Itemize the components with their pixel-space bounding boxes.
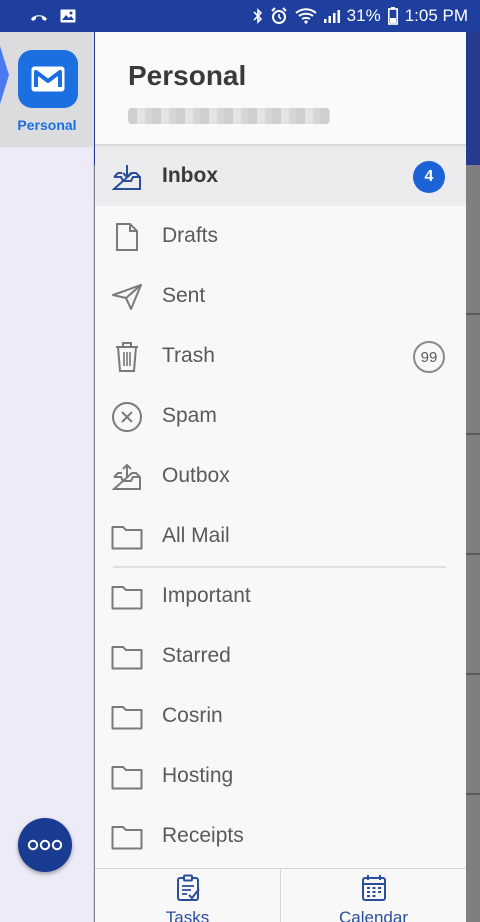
folder-all-mail[interactable]: All Mail	[95, 506, 466, 566]
more-dots-icon[interactable]	[18, 818, 72, 872]
folder-label: Cosrin	[162, 704, 223, 727]
background-divider	[464, 553, 480, 555]
folder-important[interactable]: Important	[95, 566, 466, 626]
folder-label: Important	[162, 584, 251, 607]
item-count-badge: 99	[413, 341, 445, 373]
wifi-icon	[295, 8, 317, 24]
drawer-header: Personal	[95, 32, 466, 146]
folder-label: Spam	[162, 404, 217, 427]
calendar-icon	[361, 874, 387, 907]
folder-label: Sent	[162, 284, 206, 307]
folder-outbox[interactable]: Outbox	[95, 446, 466, 506]
folder-cosrin[interactable]: Cosrin	[95, 686, 466, 746]
folder-label: All Mail	[162, 524, 230, 547]
tasks-icon	[175, 874, 201, 907]
folder-starred[interactable]: Starred	[95, 626, 466, 686]
folder-icon	[110, 580, 144, 614]
active-account-marker	[0, 46, 9, 104]
alarm-icon	[270, 7, 288, 25]
battery-percent: 31%	[346, 6, 381, 25]
background-divider	[464, 673, 480, 675]
calendar-tab[interactable]: Calendar	[280, 869, 466, 922]
calendar-label: Calendar	[339, 908, 408, 922]
folder-label: Inbox	[162, 164, 218, 187]
folder-spam[interactable]: Spam	[95, 386, 466, 446]
background-divider	[464, 433, 480, 435]
label-list: Important Starred Cosrin Hosting Receipt…	[95, 566, 466, 866]
folder-drafts[interactable]: Drafts	[95, 206, 466, 266]
blurred-email	[128, 108, 330, 124]
battery-icon	[387, 7, 398, 25]
tasks-label: Tasks	[165, 908, 210, 922]
background-divider	[464, 313, 480, 315]
bottom-bar: Tasks Calendar	[95, 868, 466, 922]
folder-receipts[interactable]: Receipts	[95, 806, 466, 866]
clock-time: 1:05 PM	[404, 6, 468, 25]
drawer-account-title: Personal	[128, 60, 247, 91]
status-bar: 31% 1:05 PM	[0, 0, 480, 32]
folder-label: Starred	[162, 644, 231, 667]
folder-trash[interactable]: Trash 99	[95, 326, 466, 386]
signal-icon	[323, 9, 340, 23]
folder-list: Inbox 4 Drafts Sent Trash 99 Spam Outbox…	[95, 146, 466, 566]
folder-label: Drafts	[162, 224, 219, 247]
folder-icon	[110, 700, 144, 734]
bluetooth-icon	[253, 8, 263, 24]
folder-icon	[110, 760, 144, 794]
spam-icon	[110, 400, 144, 434]
background-divider	[464, 793, 480, 795]
active-account-label: Personal	[17, 117, 77, 133]
outbox-icon	[110, 460, 144, 494]
folder-inbox[interactable]: Inbox 4	[95, 146, 466, 206]
inbox-icon	[110, 160, 144, 194]
active-account-tile[interactable]: Personal	[0, 32, 94, 147]
folder-label: Trash	[162, 344, 215, 367]
folder-hosting[interactable]: Hosting	[95, 746, 466, 806]
folder-label: Outbox	[162, 464, 230, 487]
folder-icon	[110, 820, 144, 854]
navigation-drawer: Personal Inbox 4 Drafts Sent Trash 99 Sp…	[95, 32, 466, 922]
draft-icon	[110, 220, 144, 254]
folder-label: Hosting	[162, 764, 234, 787]
missed-call-icon	[30, 10, 48, 22]
send-icon	[110, 280, 144, 314]
folder-icon	[110, 520, 144, 554]
account-rail: Personal	[0, 32, 94, 922]
folder-sent[interactable]: Sent	[95, 266, 466, 326]
unread-count-badge: 4	[413, 161, 445, 193]
folder-icon	[110, 640, 144, 674]
image-notification-icon	[60, 9, 76, 23]
folder-label: Receipts	[162, 824, 244, 847]
tasks-tab[interactable]: Tasks	[95, 869, 280, 922]
trash-icon	[110, 340, 144, 374]
mail-m-icon[interactable]	[18, 50, 78, 108]
